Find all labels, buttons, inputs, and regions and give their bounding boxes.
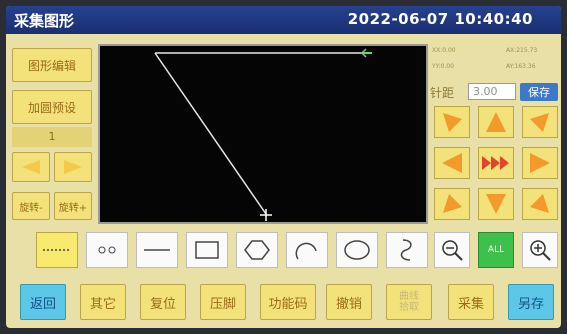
zoom-in-button[interactable] — [522, 232, 558, 268]
pattern-line-diagonal — [154, 52, 267, 215]
move-down-left-button[interactable] — [434, 188, 470, 220]
x-coord: XX:0.00 — [432, 47, 456, 54]
page-title: 采集图形 — [14, 12, 75, 30]
straight-line-icon — [144, 249, 170, 251]
arrow-up-right-icon — [530, 113, 549, 132]
stitch-length-input[interactable]: 3.00 — [468, 83, 516, 100]
arrow-right-icon — [530, 153, 550, 173]
curve-tool[interactable] — [386, 232, 428, 268]
rotate-minus-button[interactable]: 旋转- — [12, 192, 50, 220]
dotted-line-tool[interactable] — [36, 232, 78, 268]
curve-pick-label: 曲线拾取 — [399, 291, 419, 313]
add-preset-button[interactable]: 加圆预设 — [12, 90, 92, 124]
straight-line-tool[interactable] — [136, 232, 178, 268]
arrow-up-left-icon — [443, 113, 462, 132]
move-left-button[interactable] — [434, 147, 470, 179]
other-button[interactable]: 其它 — [80, 284, 126, 320]
move-down-right-button[interactable] — [522, 188, 558, 220]
curve-pick-button[interactable]: 曲线拾取 — [386, 284, 432, 320]
curve-icon — [400, 239, 412, 261]
press-foot-label: 压脚 — [209, 296, 236, 312]
other-label: 其它 — [89, 296, 116, 312]
dotted-line-icon — [43, 249, 71, 251]
fast-forward-icon — [482, 156, 509, 170]
save-stitch-label: 保存 — [528, 86, 550, 99]
zoom-out-button[interactable] — [434, 232, 470, 268]
reset-button[interactable]: 复位 — [140, 284, 186, 320]
back-button[interactable]: 返回 — [20, 284, 66, 320]
view-all-label: ALL — [487, 245, 505, 255]
stitch-length-value: 3.00 — [473, 85, 498, 98]
save-as-button[interactable]: 另存 — [508, 284, 554, 320]
rectangle-tool[interactable] — [186, 232, 228, 268]
page-counter-value: 1 — [48, 130, 56, 143]
arrow-down-left-icon — [443, 194, 462, 213]
polygon-tool[interactable] — [236, 232, 278, 268]
reset-label: 复位 — [149, 296, 176, 312]
save-as-label: 另存 — [517, 296, 544, 312]
arc-tool[interactable] — [286, 232, 328, 268]
title-bar: 采集图形 2022-06-07 10:40:40 — [6, 6, 561, 34]
move-down-button[interactable] — [478, 188, 514, 220]
arrow-up-icon — [486, 112, 506, 132]
y-coord: YY:0.00 — [432, 63, 454, 70]
rotate-plus-button[interactable]: 旋转+ — [54, 192, 92, 220]
move-up-right-button[interactable] — [522, 106, 558, 138]
coordinate-readout: XX:0.00 AX:215.73 YY:0.00 AY:163.36 — [430, 44, 558, 78]
move-up-button[interactable] — [478, 106, 514, 138]
undo-label: 撤销 — [335, 296, 362, 312]
rotate-minus-label: 旋转- — [19, 202, 43, 214]
save-stitch-button[interactable]: 保存 — [520, 83, 558, 101]
start-point-marker — [360, 48, 372, 58]
point-icon — [98, 246, 116, 254]
rotate-plus-label: 旋转+ — [58, 202, 88, 214]
next-page-button[interactable] — [54, 152, 92, 182]
zoom-in-icon — [530, 240, 551, 261]
pattern-canvas[interactable] — [98, 44, 428, 224]
edit-shape-label: 图形编辑 — [27, 58, 76, 73]
ay-coord: AY:163.36 — [506, 63, 536, 70]
move-right-button[interactable] — [522, 147, 558, 179]
arrow-down-icon — [486, 194, 506, 214]
back-label: 返回 — [29, 296, 56, 312]
ellipse-icon — [344, 240, 370, 260]
fast-forward-button[interactable] — [478, 147, 514, 179]
edit-shape-button[interactable]: 图形编辑 — [12, 48, 92, 82]
ellipse-tool[interactable] — [336, 232, 378, 268]
datetime-display: 2022-06-07 10:40:40 — [347, 10, 533, 28]
point-tool[interactable] — [86, 232, 128, 268]
zoom-out-icon — [442, 240, 463, 261]
arrow-left-icon — [22, 160, 40, 174]
function-code-button[interactable]: 功能码 — [260, 284, 316, 320]
stitch-length-label: 针距 — [430, 86, 455, 100]
pattern-drawing — [154, 48, 372, 221]
sewing-pattern-screen: 采集图形 2022-06-07 10:40:40 图形编辑 加圆预设 1 旋转-… — [6, 6, 561, 328]
rectangle-icon — [195, 241, 219, 259]
ax-coord: AX:215.73 — [506, 47, 538, 54]
capture-label: 采集 — [457, 296, 484, 312]
undo-button[interactable]: 撤销 — [326, 284, 372, 320]
function-code-label: 功能码 — [268, 296, 308, 312]
prev-page-button[interactable] — [12, 152, 50, 182]
needle-cursor-icon — [260, 209, 272, 221]
press-foot-button[interactable]: 压脚 — [200, 284, 246, 320]
capture-button[interactable]: 采集 — [448, 284, 494, 320]
add-preset-label: 加圆预设 — [27, 100, 76, 115]
arc-icon — [295, 242, 317, 260]
arrow-down-right-icon — [530, 194, 549, 213]
arrow-right-icon — [64, 160, 82, 174]
page-counter: 1 — [12, 127, 92, 147]
move-up-left-button[interactable] — [434, 106, 470, 138]
arrow-left-icon — [442, 153, 462, 173]
view-all-button[interactable]: ALL — [478, 232, 514, 268]
polygon-icon — [244, 240, 270, 260]
